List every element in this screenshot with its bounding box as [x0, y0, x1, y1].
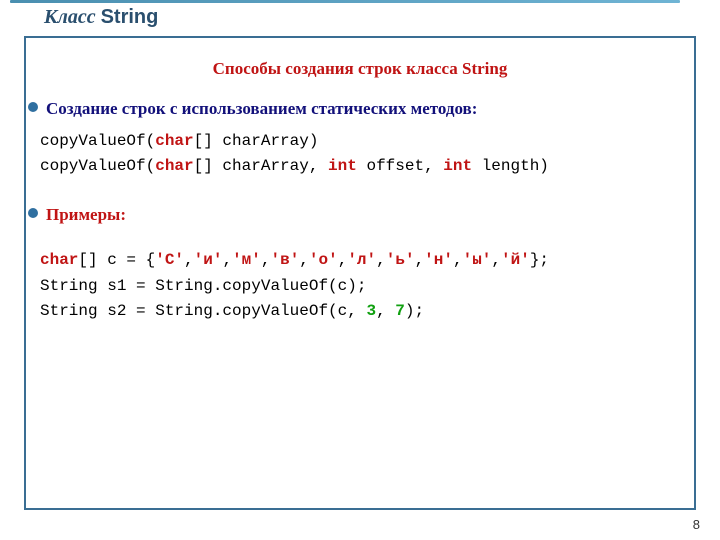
subtitle: Способы создания строк класса String	[46, 56, 674, 82]
title-text-sans: String	[101, 6, 159, 28]
content-frame: Способы создания строк класса String Соз…	[24, 36, 696, 510]
slide-title: Класс String	[44, 6, 158, 29]
char-literal: 'и'	[194, 251, 223, 269]
bullet-dot-icon	[28, 208, 38, 218]
number-literal: 3	[366, 302, 376, 320]
bullet-static-methods: Создание строк с использованием статичес…	[28, 96, 674, 122]
char-literal: 'ь'	[386, 251, 415, 269]
keyword-int: int	[328, 157, 357, 175]
number-literal: 7	[395, 302, 405, 320]
decorative-top-line	[10, 0, 680, 3]
code-line: copyValueOf(char[] charArray, int offset…	[40, 154, 674, 180]
bullet-dot-icon	[28, 102, 38, 112]
code-block-examples: char[] c = {'С','и','м','в','о','л','ь',…	[40, 248, 674, 325]
bullet-text: Примеры:	[46, 202, 126, 228]
bullet-text: Создание строк с использованием статичес…	[46, 96, 477, 122]
spacer	[46, 234, 674, 244]
char-literal: 'С'	[155, 251, 184, 269]
code-line: String s1 = String.copyValueOf(c);	[40, 274, 674, 300]
code-line: char[] c = {'С','и','м','в','о','л','ь',…	[40, 248, 674, 274]
code-line: String s2 = String.copyValueOf(c, 3, 7);	[40, 299, 674, 325]
char-literal: 'в'	[270, 251, 299, 269]
char-literal: 'м'	[232, 251, 261, 269]
keyword-char: char	[155, 157, 193, 175]
char-literal: 'о'	[309, 251, 338, 269]
keyword-char: char	[155, 132, 193, 150]
code-block-signatures: copyValueOf(char[] charArray) copyValueO…	[40, 129, 674, 180]
code-line: copyValueOf(char[] charArray)	[40, 129, 674, 155]
page-number: 8	[693, 517, 700, 532]
bullet-examples: Примеры:	[28, 202, 674, 228]
char-literal: 'й'	[501, 251, 530, 269]
spacer	[46, 194, 674, 202]
char-literal: 'ы'	[463, 251, 492, 269]
content-inner: Способы создания строк класса String Соз…	[26, 38, 694, 349]
char-literal: 'л'	[347, 251, 376, 269]
keyword-char: char	[40, 251, 78, 269]
keyword-int: int	[443, 157, 472, 175]
title-text-italic: Класс	[44, 6, 101, 28]
char-literal: 'н'	[424, 251, 453, 269]
